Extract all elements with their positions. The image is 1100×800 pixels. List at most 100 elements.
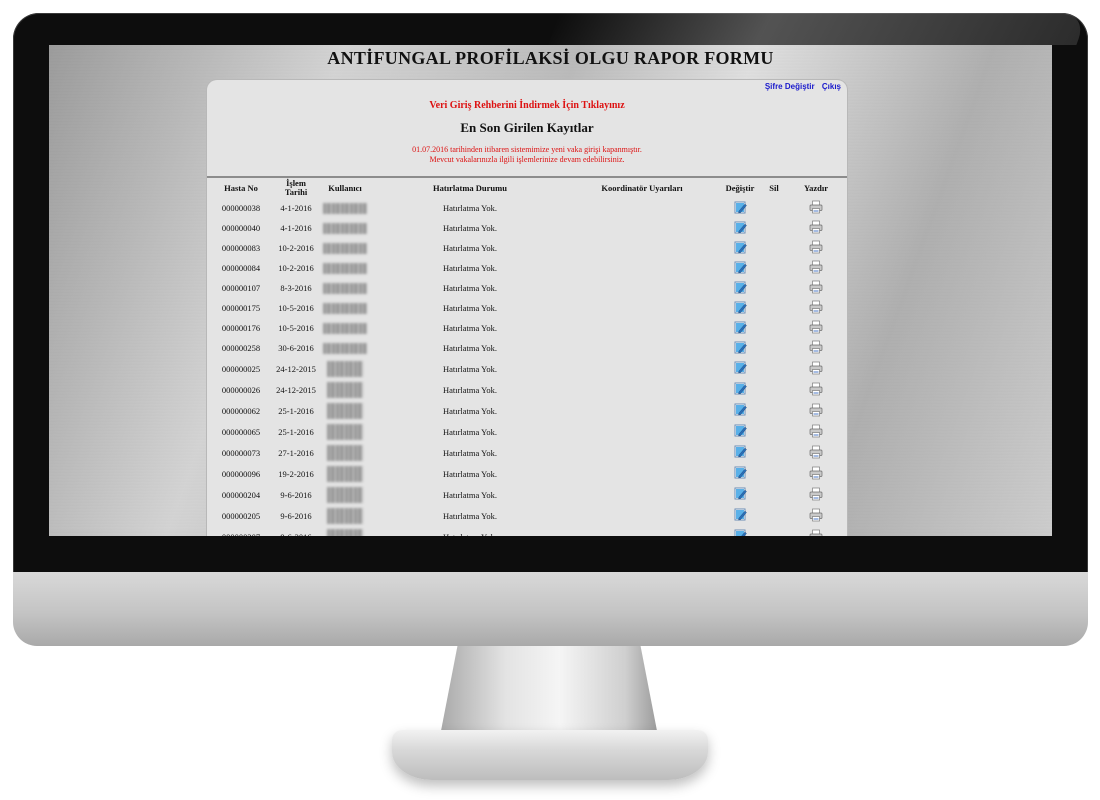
cell-delete: [763, 258, 785, 278]
printer-icon[interactable]: [809, 260, 823, 276]
reminder-status: Hatırlatma Yok.: [442, 468, 498, 479]
cell-user: [317, 278, 373, 298]
cell-delete: [763, 338, 785, 358]
cell-date: 27-1-2016: [275, 442, 317, 463]
patient-no: 000000065: [221, 426, 261, 437]
printer-icon[interactable]: [809, 280, 823, 296]
edit-pencil-icon[interactable]: [734, 341, 747, 356]
patient-no: 000000205: [221, 510, 261, 521]
cell-edit: [717, 318, 763, 338]
printer-icon[interactable]: [809, 529, 823, 536]
cell-coordinator: [567, 442, 717, 463]
cell-date: 25-1-2016: [275, 421, 317, 442]
printer-icon[interactable]: [809, 466, 823, 482]
patient-no: 000000258: [221, 343, 261, 353]
reminder-status: Hatırlatma Yok.: [443, 532, 497, 537]
cell-reminder: Hatırlatma Yok.: [373, 278, 567, 298]
cell-user: [317, 218, 373, 238]
download-guide-link[interactable]: Veri Giriş Rehberini İndirmek İçin Tıkla…: [207, 100, 847, 111]
records-panel: Şifre Değiştir Çıkış Veri Giriş Rehberin…: [207, 80, 847, 536]
printer-icon[interactable]: [809, 340, 823, 356]
edit-pencil-icon[interactable]: [734, 403, 747, 418]
cell-user: [317, 258, 373, 278]
process-date: 19-2-2016: [278, 468, 314, 479]
table-row: 000000026 24-12-2015 Hatırlatma Yok.: [207, 379, 847, 400]
cell-edit: [717, 238, 763, 258]
printer-icon[interactable]: [809, 445, 823, 461]
edit-pencil-icon[interactable]: [734, 508, 747, 523]
cell-coordinator: [567, 526, 717, 536]
cell-date: 25-1-2016: [275, 400, 317, 421]
cell-user: [317, 238, 373, 258]
cell-reminder: Hatırlatma Yok.: [373, 484, 567, 505]
table-row: 000000175 10-5-2016 Hatırlatma Yok.: [207, 298, 847, 318]
printer-icon[interactable]: [809, 403, 823, 419]
cell-print: [785, 218, 847, 238]
edit-pencil-icon[interactable]: [734, 261, 747, 276]
printer-icon[interactable]: [809, 487, 823, 503]
cell-user: [317, 298, 373, 318]
cell-user: [317, 421, 373, 442]
cell-delete: [763, 218, 785, 238]
user-redacted: [327, 465, 363, 482]
cell-edit: [717, 400, 763, 421]
cell-patient-no: 000000205: [207, 505, 275, 526]
printer-icon[interactable]: [809, 220, 823, 236]
user-redacted: [323, 322, 367, 334]
edit-pencil-icon[interactable]: [734, 321, 747, 336]
edit-pencil-icon[interactable]: [734, 529, 747, 536]
patient-no: 000000096: [221, 468, 261, 479]
printer-icon[interactable]: [809, 361, 823, 377]
edit-pencil-icon[interactable]: [734, 301, 747, 316]
edit-pencil-icon[interactable]: [734, 241, 747, 256]
cell-delete: [763, 318, 785, 338]
cell-patient-no: 000000026: [207, 379, 275, 400]
notice-line-2: Mevcut vakalarınızla ilgili işlemleriniz…: [429, 155, 625, 164]
patient-no: 000000107: [221, 283, 261, 293]
edit-pencil-icon[interactable]: [734, 382, 747, 397]
printer-icon[interactable]: [809, 240, 823, 256]
edit-pencil-icon[interactable]: [734, 281, 747, 296]
cell-print: [785, 442, 847, 463]
edit-pencil-icon[interactable]: [734, 424, 747, 439]
user-redacted: [323, 302, 367, 314]
cell-date: 30-6-2016: [275, 338, 317, 358]
cell-print: [785, 400, 847, 421]
printer-icon[interactable]: [809, 424, 823, 440]
patient-no: 000000204: [221, 489, 261, 500]
logout-link[interactable]: Çıkış: [822, 82, 841, 91]
user-redacted: [327, 444, 363, 461]
printer-icon[interactable]: [809, 300, 823, 316]
cell-coordinator: [567, 421, 717, 442]
cell-patient-no: 000000073: [207, 442, 275, 463]
cell-print: [785, 198, 847, 218]
page-title: ANTİFUNGAL PROFİLAKSİ OLGU RAPOR FORMU: [327, 48, 774, 68]
edit-pencil-icon[interactable]: [734, 466, 747, 481]
printer-icon[interactable]: [809, 200, 823, 216]
cell-reminder: Hatırlatma Yok.: [373, 400, 567, 421]
cell-reminder: Hatırlatma Yok.: [373, 218, 567, 238]
col-edit: Değiştir: [725, 182, 755, 193]
edit-pencil-icon[interactable]: [734, 361, 747, 376]
cell-edit: [717, 505, 763, 526]
edit-pencil-icon[interactable]: [734, 445, 747, 460]
cell-reminder: Hatırlatma Yok.: [373, 198, 567, 218]
table-row: 000000096 19-2-2016 Hatırlatma Yok.: [207, 463, 847, 484]
edit-pencil-icon[interactable]: [734, 201, 747, 216]
cell-user: [317, 526, 373, 536]
change-password-link[interactable]: Şifre Değiştir: [765, 82, 815, 91]
edit-pencil-icon[interactable]: [734, 487, 747, 502]
cell-reminder: Hatırlatma Yok.: [373, 298, 567, 318]
monitor-chin: [13, 572, 1088, 646]
cell-user: [317, 358, 373, 379]
cell-delete: [763, 298, 785, 318]
printer-icon[interactable]: [809, 382, 823, 398]
col-print: Yazdır: [803, 182, 829, 193]
user-redacted: [327, 486, 363, 503]
printer-icon[interactable]: [809, 508, 823, 524]
cell-print: [785, 238, 847, 258]
edit-pencil-icon[interactable]: [734, 221, 747, 236]
printer-icon[interactable]: [809, 320, 823, 336]
panel-header: Şifre Değiştir Çıkış Veri Giriş Rehberin…: [207, 80, 847, 178]
cell-coordinator: [567, 198, 717, 218]
